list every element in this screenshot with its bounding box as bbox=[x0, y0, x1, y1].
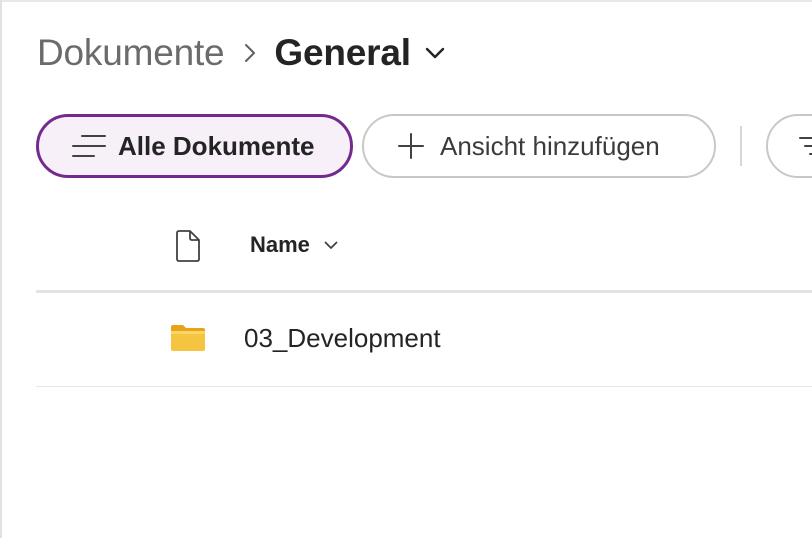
add-view-label: Ansicht hinzufügen bbox=[440, 130, 660, 161]
view-switcher: Alle Dokumente Ansicht hinzufügen bbox=[36, 114, 812, 178]
view-all-documents-label: Alle Dokumente bbox=[118, 130, 315, 161]
plus-icon bbox=[398, 133, 424, 159]
column-header-name[interactable]: Name bbox=[250, 232, 338, 258]
folder-icon bbox=[169, 323, 207, 358]
filter-button[interactable] bbox=[766, 114, 812, 178]
filter-icon bbox=[798, 135, 812, 157]
list-lines-icon bbox=[72, 133, 106, 159]
document-icon[interactable] bbox=[174, 229, 202, 268]
breadcrumb-root-link[interactable]: Dokumente bbox=[37, 32, 225, 74]
table-row[interactable]: 03_Development bbox=[36, 293, 812, 386]
toolbar-divider bbox=[740, 126, 742, 166]
top-border bbox=[2, 0, 812, 2]
column-header-name-label: Name bbox=[250, 232, 310, 257]
chevron-down-icon[interactable] bbox=[425, 47, 445, 59]
chevron-down-icon bbox=[324, 241, 338, 250]
breadcrumb-current: General bbox=[274, 32, 411, 73]
row-divider bbox=[36, 386, 812, 387]
chevron-right-icon bbox=[244, 43, 256, 63]
view-all-documents-button[interactable]: Alle Dokumente bbox=[36, 114, 353, 178]
table-header: Name bbox=[36, 215, 812, 291]
add-view-button[interactable]: Ansicht hinzufügen bbox=[362, 114, 716, 178]
row-name-link[interactable]: 03_Development bbox=[244, 323, 441, 354]
breadcrumb: Dokumente General bbox=[37, 26, 445, 80]
document-library-page: Dokumente General Alle Dokumente Ansicht… bbox=[0, 0, 812, 538]
